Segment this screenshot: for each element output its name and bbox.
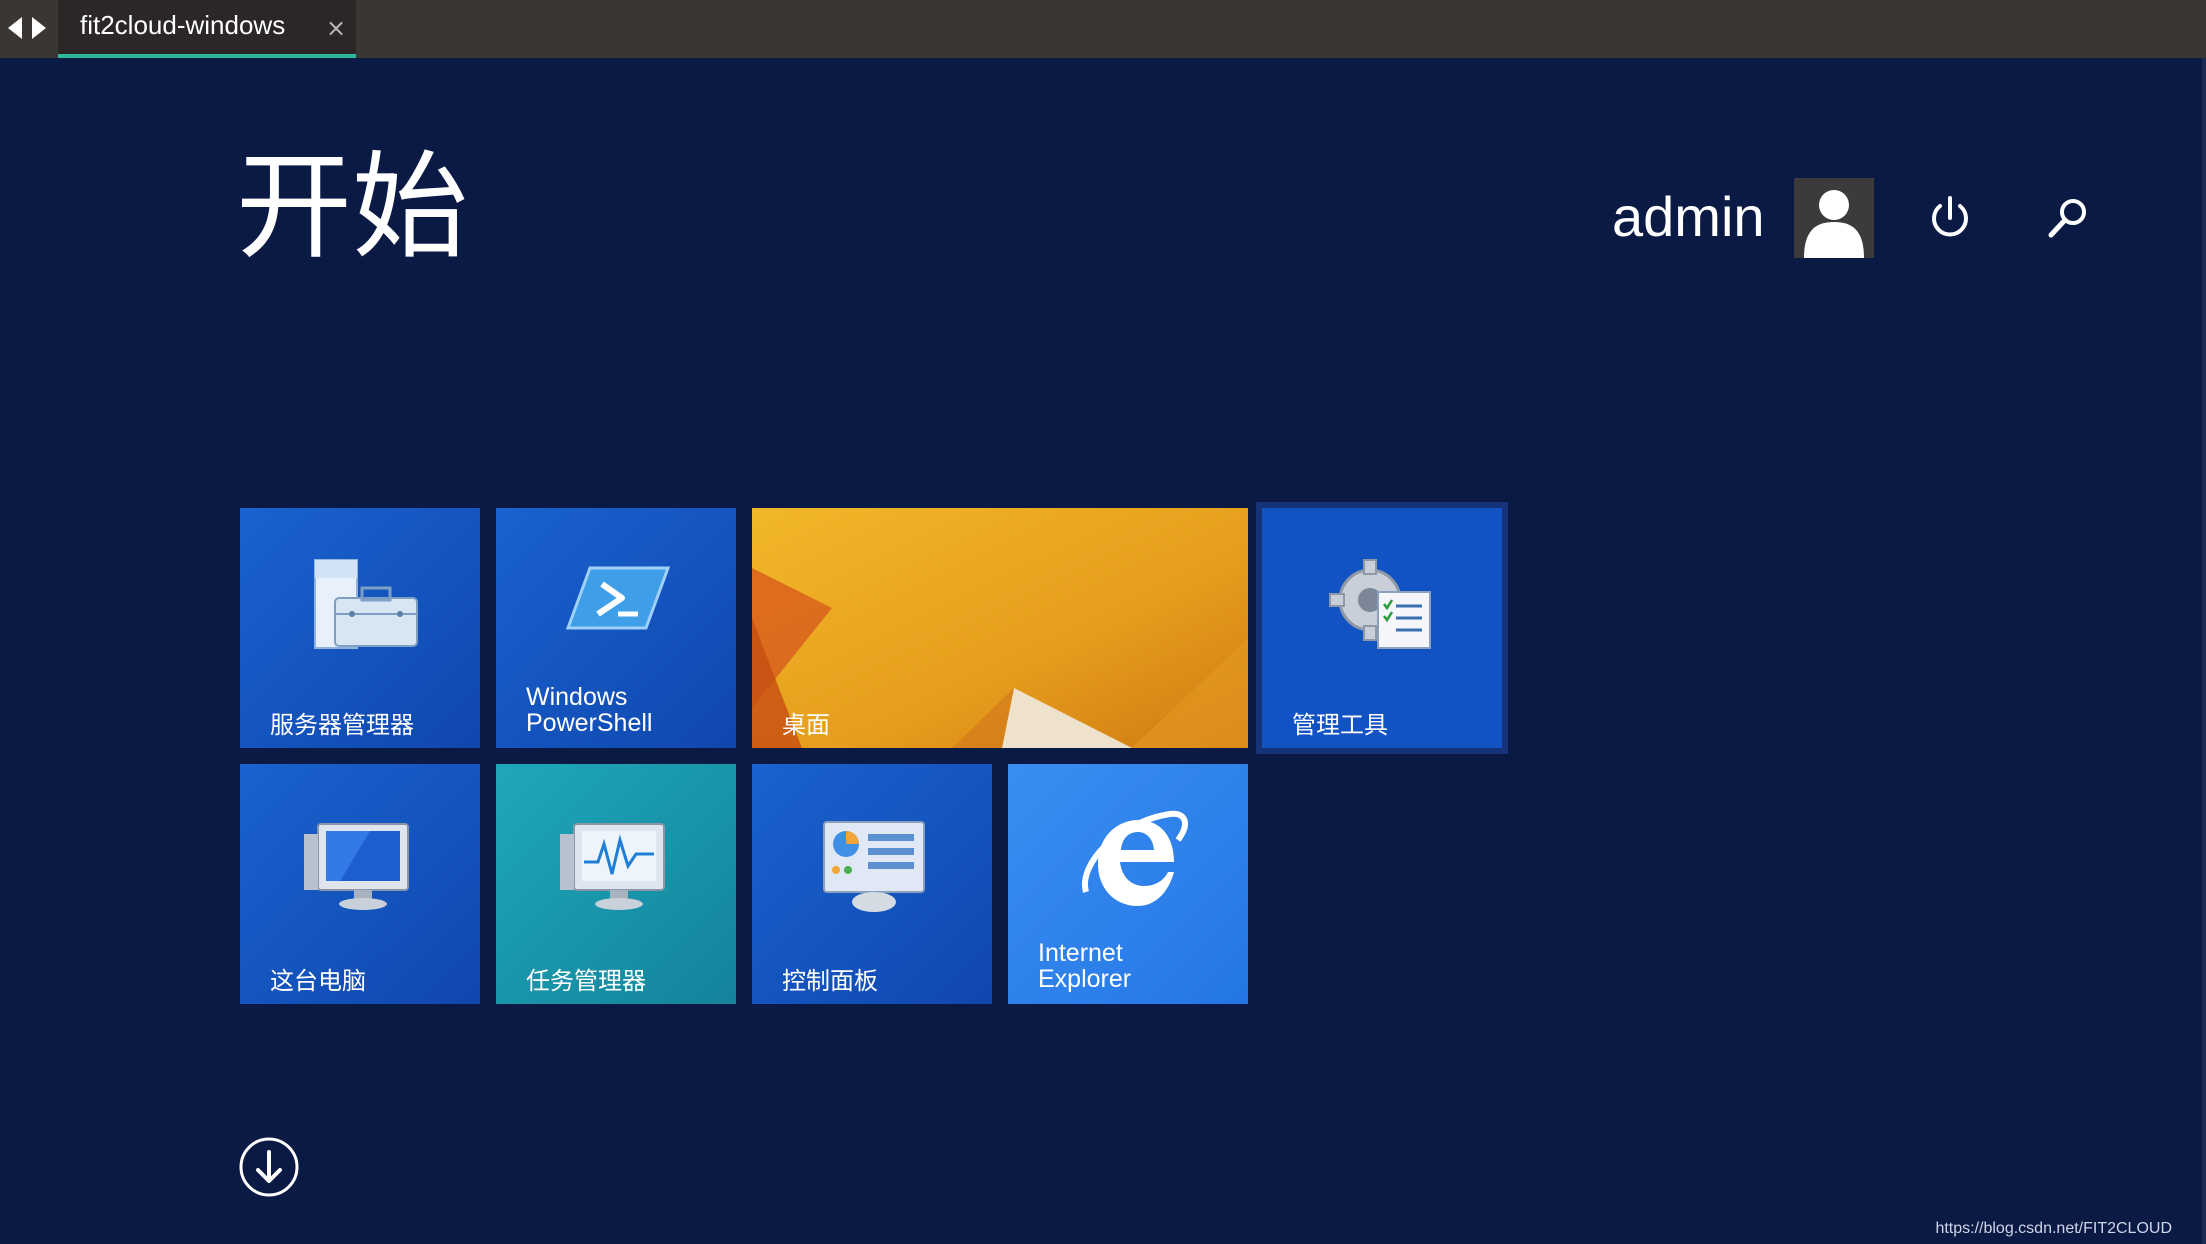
control-panel-icon — [823, 821, 925, 912]
tile-label: Internet Explorer — [1038, 940, 1131, 992]
ie-icon — [1081, 810, 1188, 906]
scrollbar[interactable] — [2202, 58, 2206, 1244]
tab-active-indicator — [58, 54, 356, 58]
tile-label-line2: Explorer — [1038, 965, 1132, 993]
tile-powershell[interactable]: Windows PowerShell — [496, 508, 736, 748]
watermark-url: https://blog.csdn.net/FIT2CLOUD — [1935, 1220, 2172, 1237]
tile-label-line2: PowerShell — [526, 709, 653, 737]
power-icon — [1932, 196, 1968, 237]
search-button[interactable] — [2040, 190, 2096, 246]
tab-nav-arrows[interactable] — [6, 14, 50, 44]
tile-label: 管理工具 — [1292, 711, 1388, 739]
forward-arrow-icon[interactable] — [32, 17, 46, 39]
user-name[interactable]: admin — [1612, 184, 1765, 249]
tile-admin-tools[interactable]: 管理工具 — [1256, 502, 1508, 754]
all-apps-button[interactable] — [238, 1136, 300, 1198]
tab-fit2cloud-windows[interactable]: fit2cloud-windows × — [58, 0, 356, 58]
user-avatar-icon — [1804, 190, 1864, 258]
tile-label: 这台电脑 — [270, 967, 366, 995]
tile-desktop[interactable]: 桌面 — [752, 508, 1248, 748]
user-avatar[interactable] — [1794, 178, 1874, 258]
start-title: 开始 — [236, 140, 468, 275]
tile-label: 任务管理器 — [526, 967, 646, 995]
server-manager-icon — [314, 559, 418, 649]
tile-label-line1: Windows — [526, 683, 628, 711]
arrow-down-circle-icon — [239, 1137, 299, 1197]
powershell-icon — [565, 566, 671, 630]
admin-tools-icon — [1329, 559, 1431, 649]
search-icon — [2048, 199, 2086, 238]
tile-control-panel[interactable]: 控制面板 — [752, 764, 992, 1004]
browser-tab-bar: fit2cloud-windows × — [0, 0, 2206, 58]
tile-label: Windows PowerShell — [526, 684, 652, 736]
tile-label: 桌面 — [782, 711, 830, 739]
back-arrow-icon[interactable] — [8, 17, 22, 39]
tab-close-icon[interactable]: × — [326, 14, 346, 42]
tile-task-manager[interactable]: 任务管理器 — [496, 764, 736, 1004]
tile-label: 服务器管理器 — [270, 711, 414, 739]
computer-icon — [304, 823, 409, 910]
tile-this-pc[interactable]: 这台电脑 — [240, 764, 480, 1004]
power-button[interactable] — [1922, 190, 1978, 246]
tile-label: 控制面板 — [782, 967, 878, 995]
tile-server-manager[interactable]: 服务器管理器 — [240, 508, 480, 748]
task-manager-icon — [560, 823, 665, 910]
tile-internet-explorer[interactable]: Internet Explorer — [1008, 764, 1248, 1004]
tile-label-line1: Internet — [1038, 939, 1123, 967]
tab-title: fit2cloud-windows — [80, 10, 286, 40]
